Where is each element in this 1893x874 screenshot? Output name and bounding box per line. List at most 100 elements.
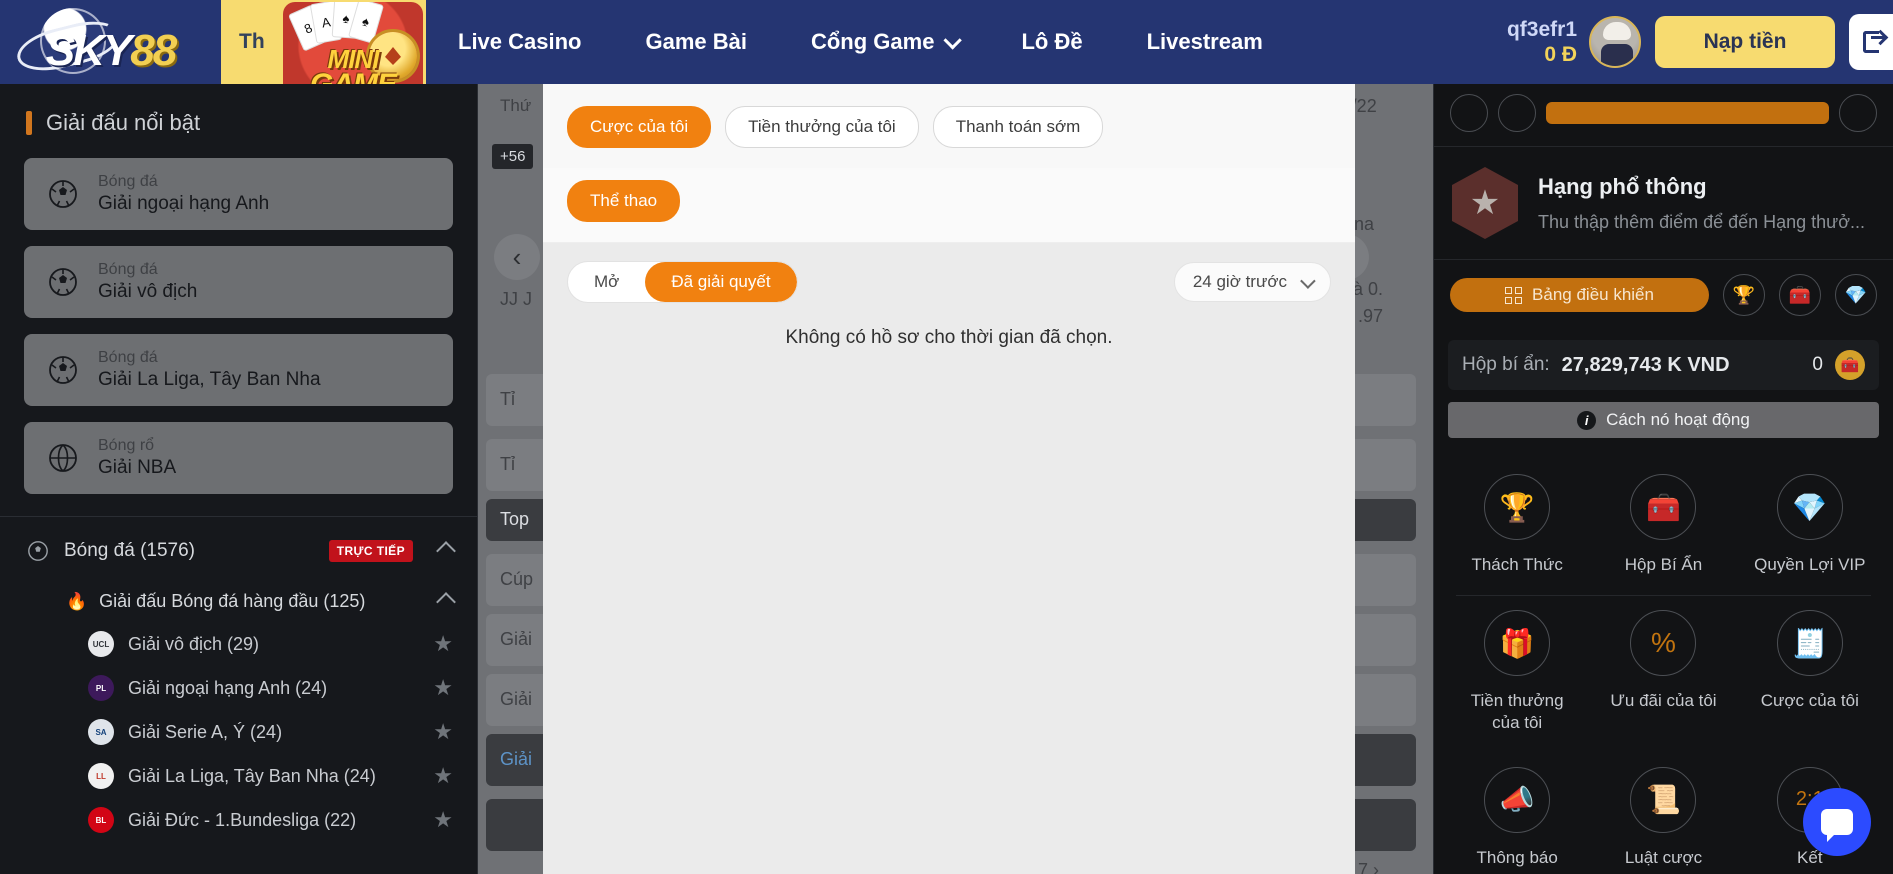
card-league-label: Giải vô địch bbox=[98, 281, 198, 303]
sidebar-item-league[interactable]: LL Giải La Liga, Tây Ban Nha (24) ★ bbox=[0, 754, 477, 798]
carousel-prev-button[interactable]: ‹ bbox=[494, 234, 540, 280]
favorite-star-icon[interactable]: ★ bbox=[433, 721, 453, 743]
featured-card-premier-league[interactable]: Bóng đá Giải ngoại hạng Anh bbox=[24, 158, 453, 230]
sidebar-item-league[interactable]: SA Giải Serie A, Ý (24) ★ bbox=[0, 710, 477, 754]
favorite-star-icon[interactable]: ★ bbox=[433, 809, 453, 831]
team-abbr-label: JJ J bbox=[500, 289, 533, 309]
chevron-up-icon[interactable] bbox=[436, 591, 456, 612]
nav-item-game-bai[interactable]: Game Bài bbox=[613, 29, 779, 55]
soccer-ball-icon bbox=[28, 541, 48, 561]
tile-label: Quyền Lợi VIP bbox=[1754, 555, 1866, 574]
favorite-star-icon[interactable]: ★ bbox=[433, 677, 453, 699]
nav-item-minigame-promo[interactable]: Th 8 A ♠ ♠ MINI GAME bbox=[221, 0, 426, 84]
nav-label: Livestream bbox=[1146, 29, 1263, 54]
main-navigation: Live Casino Game Bài Cổng Game Lô Đề Liv… bbox=[426, 0, 1507, 84]
segment-open[interactable]: Mở bbox=[568, 262, 645, 302]
deposit-button[interactable]: Nạp tiền bbox=[1655, 16, 1835, 68]
fire-icon: 🔥 bbox=[66, 591, 88, 611]
subtab-sports[interactable]: Thể thao bbox=[567, 180, 681, 222]
league-abbr: UCL bbox=[92, 639, 110, 649]
rank-text: Hạng phổ thông Thu thập thêm điểm để đến… bbox=[1538, 174, 1865, 233]
tile-my-offers[interactable]: % Ưu đãi của tôi bbox=[1590, 596, 1736, 753]
tab-my-bets[interactable]: Cược của tôi bbox=[567, 106, 712, 148]
league-abbr: SA bbox=[95, 727, 107, 737]
partial-text: Giải bbox=[500, 629, 533, 649]
tile-label: Hộp Bí Ẩn bbox=[1624, 555, 1703, 574]
segment-settled[interactable]: Đã giải quyết bbox=[645, 262, 797, 302]
dashboard-button[interactable]: Bảng điều khiển bbox=[1450, 278, 1709, 312]
featured-card-champions-league[interactable]: Bóng đá Giải vô địch bbox=[24, 246, 453, 318]
chat-bubble-icon bbox=[1821, 809, 1853, 835]
league-logo-icon: SA bbox=[88, 719, 114, 745]
time-range-select[interactable]: 24 giờ trước bbox=[1173, 262, 1331, 302]
tile-label: Luật cược bbox=[1624, 847, 1703, 867]
app-screen: SKY88 Th 8 A ♠ ♠ MINI GAME Live Casino bbox=[0, 0, 1893, 874]
card-text: Bóng đá Giải La Liga, Tây Ban Nha bbox=[98, 348, 321, 392]
nav-label: Lô Đề bbox=[1021, 29, 1083, 54]
chevron-down-icon bbox=[943, 30, 963, 50]
sidebar-league-label: Giải ngoại hạng Anh (24) bbox=[128, 677, 328, 698]
tile-notifications[interactable]: 📣 Thông báo bbox=[1444, 753, 1590, 874]
tile-betting-rules[interactable]: 📜 Luật cược bbox=[1590, 753, 1736, 874]
featured-card-la-liga[interactable]: Bóng đá Giải La Liga, Tây Ban Nha bbox=[24, 334, 453, 406]
live-chat-button[interactable] bbox=[1803, 788, 1871, 856]
scroll-icon: 📜 bbox=[1630, 766, 1697, 833]
trophy-icon[interactable]: 🏆 bbox=[1723, 274, 1765, 316]
card-league-label: Giải La Liga, Tây Ban Nha bbox=[98, 369, 321, 391]
tile-label: Cược của tôi bbox=[1760, 691, 1859, 711]
how-it-works-button[interactable]: i Cách nó hoạt động bbox=[1448, 402, 1879, 438]
mystery-box-label: Hộp bí ẩn: bbox=[1462, 354, 1550, 375]
tile-mystery-box[interactable]: 🧰 Hộp Bí Ẩn bbox=[1590, 460, 1736, 595]
mystery-box-row[interactable]: Hộp bí ẩn: 27,829,743 K VND 0 🧰 bbox=[1448, 340, 1879, 390]
logout-button[interactable] bbox=[1849, 14, 1893, 70]
gift-icon: 🎁 bbox=[1484, 610, 1551, 677]
left-sidebar[interactable]: Giải đấu nổi bật Bóng đá Giải ngoại hạng… bbox=[0, 84, 478, 874]
nav-item-livestream[interactable]: Livestream bbox=[1115, 29, 1295, 55]
avatar[interactable] bbox=[1589, 16, 1641, 68]
nav-item-lo-de[interactable]: Lô Đề bbox=[989, 29, 1114, 55]
featured-card-nba[interactable]: Bóng rổ Giải NBA bbox=[24, 422, 453, 494]
card-sport-label: Bóng đá bbox=[98, 173, 158, 191]
user-account-block[interactable]: qf3efr1 0 Đ bbox=[1507, 16, 1641, 68]
sidebar-item-league[interactable]: BL Giải Đức - 1.Bundesliga (22) ★ bbox=[0, 798, 477, 842]
soccer-ball-icon bbox=[49, 180, 77, 208]
partial-text: Cúp bbox=[500, 569, 534, 589]
card-league-label: Giải NBA bbox=[98, 457, 177, 479]
panel-top-row bbox=[1434, 84, 1893, 146]
sidebar-item-league[interactable]: UCL Giải vô địch (29) ★ bbox=[0, 622, 477, 666]
tab-my-bonuses[interactable]: Tiền thưởng của tôi bbox=[725, 106, 919, 148]
tile-my-bets[interactable]: 🧾 Cược của tôi bbox=[1737, 596, 1883, 753]
percent-badge-icon: % bbox=[1630, 610, 1697, 677]
tile-label: Tiền thưởng của tôi bbox=[1470, 691, 1564, 732]
panel-icon-placeholder[interactable] bbox=[1498, 94, 1536, 132]
tile-challenges[interactable]: 🏆 Thách Thức bbox=[1444, 460, 1590, 595]
tab-early-payout[interactable]: Thanh toán sớm bbox=[932, 106, 1104, 148]
sidebar-item-football[interactable]: Bóng đá (1576) TRỰC TIẾP bbox=[0, 517, 477, 581]
tile-vip-benefits[interactable]: 💎 Quyền Lợi VIP bbox=[1737, 460, 1883, 595]
card-text: Bóng đá Giải ngoại hạng Anh bbox=[98, 172, 269, 216]
card-text: Bóng đá Giải vô địch bbox=[98, 260, 197, 304]
panel-icon-placeholder[interactable] bbox=[1839, 94, 1877, 132]
tile-my-bonuses[interactable]: 🎁 Tiền thưởng của tôi bbox=[1444, 596, 1590, 753]
partial-text: Giải bbox=[500, 689, 533, 709]
balance-label: 0 Đ bbox=[1544, 43, 1577, 66]
chest-icon[interactable]: 🧰 bbox=[1779, 274, 1821, 316]
featured-tournaments-title: Giải đấu nổi bật bbox=[0, 84, 477, 158]
panel-icon-placeholder[interactable] bbox=[1450, 94, 1488, 132]
sidebar-league-label: Giải vô địch (29) bbox=[128, 633, 260, 654]
chevron-up-icon[interactable] bbox=[436, 541, 456, 561]
sidebar-league-label: Giải Đức - 1.Bundesliga (22) bbox=[128, 809, 357, 830]
diamond-icon[interactable]: 💎 bbox=[1835, 274, 1877, 316]
site-logo[interactable]: SKY88 bbox=[0, 0, 221, 84]
sidebar-group-top-football[interactable]: 🔥 Giải đấu Bóng đá hàng đầu (125) bbox=[0, 581, 477, 622]
nav-item-cong-game[interactable]: Cổng Game bbox=[779, 29, 989, 55]
favorite-star-icon[interactable]: ★ bbox=[433, 633, 453, 655]
logo-primary-text: SKY bbox=[45, 26, 132, 75]
user-info: qf3efr1 0 Đ bbox=[1507, 17, 1577, 67]
vip-rank-row[interactable]: ★ Hạng phổ thông Thu thập thêm điểm để đ… bbox=[1434, 147, 1893, 259]
nav-item-live-casino[interactable]: Live Casino bbox=[426, 29, 613, 55]
favorite-star-icon[interactable]: ★ bbox=[433, 765, 453, 787]
sidebar-item-league[interactable]: PL Giải ngoại hạng Anh (24) ★ bbox=[0, 666, 477, 710]
logo-wordmark: SKY88 bbox=[45, 8, 177, 76]
card-sport-label: Bóng đá bbox=[98, 261, 158, 279]
